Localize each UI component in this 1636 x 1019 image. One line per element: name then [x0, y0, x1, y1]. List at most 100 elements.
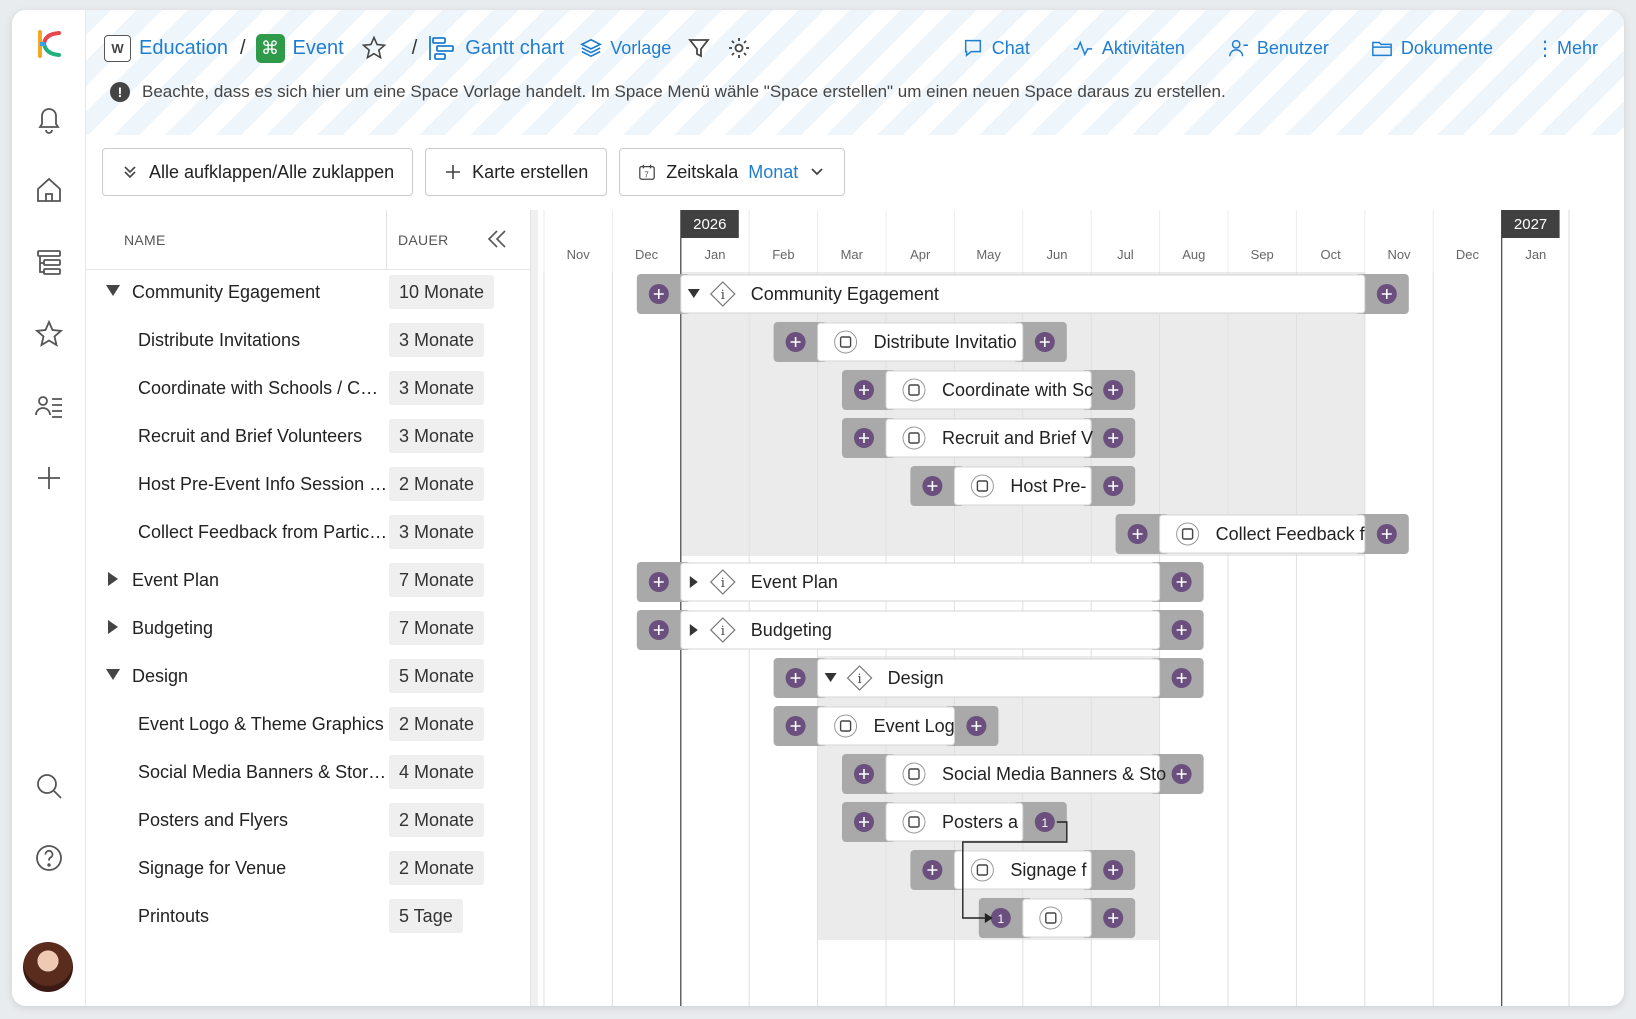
checkbox-circle[interactable]	[970, 858, 994, 882]
grid-row[interactable]: Community Egagement 10 Monate	[86, 268, 530, 316]
expand-collapse-all-button[interactable]: Alle aufklappen/Alle zuklappen	[102, 148, 414, 196]
month-label: Jun	[1047, 247, 1068, 262]
grid-row[interactable]: Distribute Invitations 3 Monate	[86, 316, 530, 364]
nav-activities[interactable]: Aktivitäten	[1072, 37, 1185, 59]
column-header-name[interactable]: NAME	[124, 232, 166, 248]
gantt-canvas: Nov Dec Jan Feb Mar Apr May Jun Jul Aug Sep Oct Nov D…	[543, 210, 1570, 1006]
grid-row[interactable]: Coordinate with Schools / Com... 3 Monate	[86, 364, 530, 412]
avatar[interactable]	[23, 942, 73, 992]
grid-row[interactable]: Host Pre-Event Info Session / Q... 2 Mona…	[86, 460, 530, 508]
checkbox-circle[interactable]	[834, 330, 858, 354]
app-window: W Education / ⌘ Event / Gantt chart Vorl…	[12, 10, 1624, 1006]
breadcrumb-workspace[interactable]: W Education	[104, 34, 228, 62]
dependency-count: 1	[997, 912, 1004, 926]
contacts-icon[interactable]	[29, 386, 69, 426]
collapse-grid-icon[interactable]	[484, 226, 510, 252]
plus-icon	[446, 165, 461, 179]
home-icon[interactable]	[29, 170, 69, 210]
grid-row-name: Community Egagement	[132, 281, 321, 302]
grid-row-duration: 7 Monate	[389, 611, 485, 645]
checkbox-circle[interactable]	[970, 474, 994, 498]
chevron-down-icon	[811, 168, 823, 176]
dependency-count: 1	[1041, 816, 1048, 830]
month-label: Jan	[1525, 247, 1546, 262]
caret-right-icon[interactable]	[108, 572, 118, 586]
checkbox-circle[interactable]	[902, 378, 926, 402]
grid-row-duration: 10 Monate	[389, 275, 495, 309]
template-button[interactable]: Vorlage	[580, 37, 671, 59]
grid-row[interactable]: Posters and Flyers 2 Monate	[86, 796, 530, 844]
caret-down-icon[interactable]	[106, 669, 120, 680]
create-card-label: Karte erstellen	[472, 161, 589, 182]
help-icon[interactable]	[29, 838, 69, 878]
checkbox-circle[interactable]	[834, 714, 858, 738]
search-icon[interactable]	[29, 766, 69, 806]
grid-row[interactable]: Event Plan 7 Monate	[86, 556, 530, 604]
warning-icon: !	[110, 82, 130, 102]
month-label: Jul	[1117, 247, 1134, 262]
caret-right-icon[interactable]	[108, 620, 118, 634]
nav-documents[interactable]: Dokumente	[1371, 37, 1493, 59]
breadcrumb-space[interactable]: ⌘ Event	[255, 33, 344, 63]
favorite-star-icon[interactable]	[360, 34, 388, 62]
app-logo-icon[interactable]	[29, 24, 69, 64]
grid-row-name: Event Plan	[132, 569, 220, 590]
nav-more[interactable]: ⋮ Mehr	[1535, 36, 1598, 61]
breadcrumb-separator: /	[411, 36, 418, 59]
month-label: Apr	[910, 247, 931, 262]
grid-row[interactable]: Printouts 5 Tage	[86, 892, 530, 940]
gantt-bar-label: Social Media Banners & Sto	[942, 764, 1166, 784]
checkbox-circle[interactable]	[902, 810, 926, 834]
month-label: Nov	[1387, 247, 1411, 262]
column-header-duration[interactable]: DAUER	[398, 232, 449, 248]
month-label: May	[976, 247, 1001, 262]
nav-chat[interactable]: Chat	[962, 37, 1030, 59]
breadcrumb-workspace-label: Education	[139, 36, 228, 59]
grid-rows: Community Egagement 10 Monate Distribute I…	[86, 268, 530, 940]
grid-row[interactable]: Recruit and Brief Volunteers 3 Monate	[86, 412, 530, 460]
grid-row[interactable]: Collect Feedback from Participa... 3 Mona…	[86, 508, 530, 556]
gantt-bar-label: Host Pre-	[1010, 476, 1086, 496]
gantt-bar-label: Budgeting	[751, 620, 832, 640]
add-icon[interactable]	[29, 458, 69, 498]
grid-row-duration: 2 Monate	[389, 467, 485, 501]
tree-list-icon[interactable]	[29, 242, 69, 282]
month-label: Sep	[1251, 247, 1274, 262]
grid-row[interactable]: Signage for Venue 2 Monate	[86, 844, 530, 892]
star-icon[interactable]	[29, 314, 69, 354]
column-divider[interactable]	[386, 210, 387, 270]
nav-users-label: Benutzer	[1256, 37, 1329, 58]
checkbox-circle[interactable]	[902, 762, 926, 786]
grid-row-duration: 2 Monate	[389, 707, 485, 741]
grid-row[interactable]: Social Media Banners & Stories 4 Monate	[86, 748, 530, 796]
bell-icon[interactable]	[29, 98, 69, 138]
gantt-bar-label: Design	[888, 668, 944, 688]
timescale-dropdown[interactable]: 7 Zeitskala Monat	[619, 148, 846, 196]
timescale-label: Zeitskala	[666, 161, 739, 182]
gantt-toolbar: Alle aufklappen/Alle zuklappen Karte ers…	[102, 148, 846, 196]
space-header: W Education / ⌘ Event / Gantt chart Vorl…	[86, 10, 1624, 135]
filter-icon[interactable]	[687, 36, 711, 60]
nav-activities-label: Aktivitäten	[1101, 37, 1185, 58]
checkbox-circle[interactable]	[1176, 522, 1200, 546]
template-notice: ! Beachte, dass es sich hier um eine Spa…	[110, 72, 1284, 112]
grid-splitter[interactable]	[530, 210, 538, 1006]
grid-header: NAME DAUER	[86, 210, 530, 270]
settings-gear-icon[interactable]	[727, 36, 751, 60]
create-card-button[interactable]: Karte erstellen	[425, 148, 608, 196]
caret-down-icon[interactable]	[106, 285, 120, 296]
grid-row-duration: 3 Monate	[389, 371, 485, 405]
double-chevron-down-icon	[124, 166, 136, 179]
grid-row[interactable]: Budgeting 7 Monate	[86, 604, 530, 652]
nav-documents-label: Dokumente	[1400, 37, 1493, 58]
nav-users[interactable]: Benutzer	[1227, 37, 1329, 59]
grid-row[interactable]: Event Logo & Theme Graphics 2 Monate	[86, 700, 530, 748]
grid-row-duration: 7 Monate	[389, 563, 485, 597]
checkbox-circle[interactable]	[902, 426, 926, 450]
grid-row[interactable]: Design 5 Monate	[86, 652, 530, 700]
month-label: Mar	[841, 247, 864, 262]
gantt-bar-label: Recruit and Brief V	[942, 428, 1093, 448]
view-switcher-gantt[interactable]: Gantt chart	[427, 34, 564, 62]
checkbox-circle[interactable]	[1039, 906, 1063, 930]
grid-row-duration: 4 Monate	[389, 755, 485, 789]
